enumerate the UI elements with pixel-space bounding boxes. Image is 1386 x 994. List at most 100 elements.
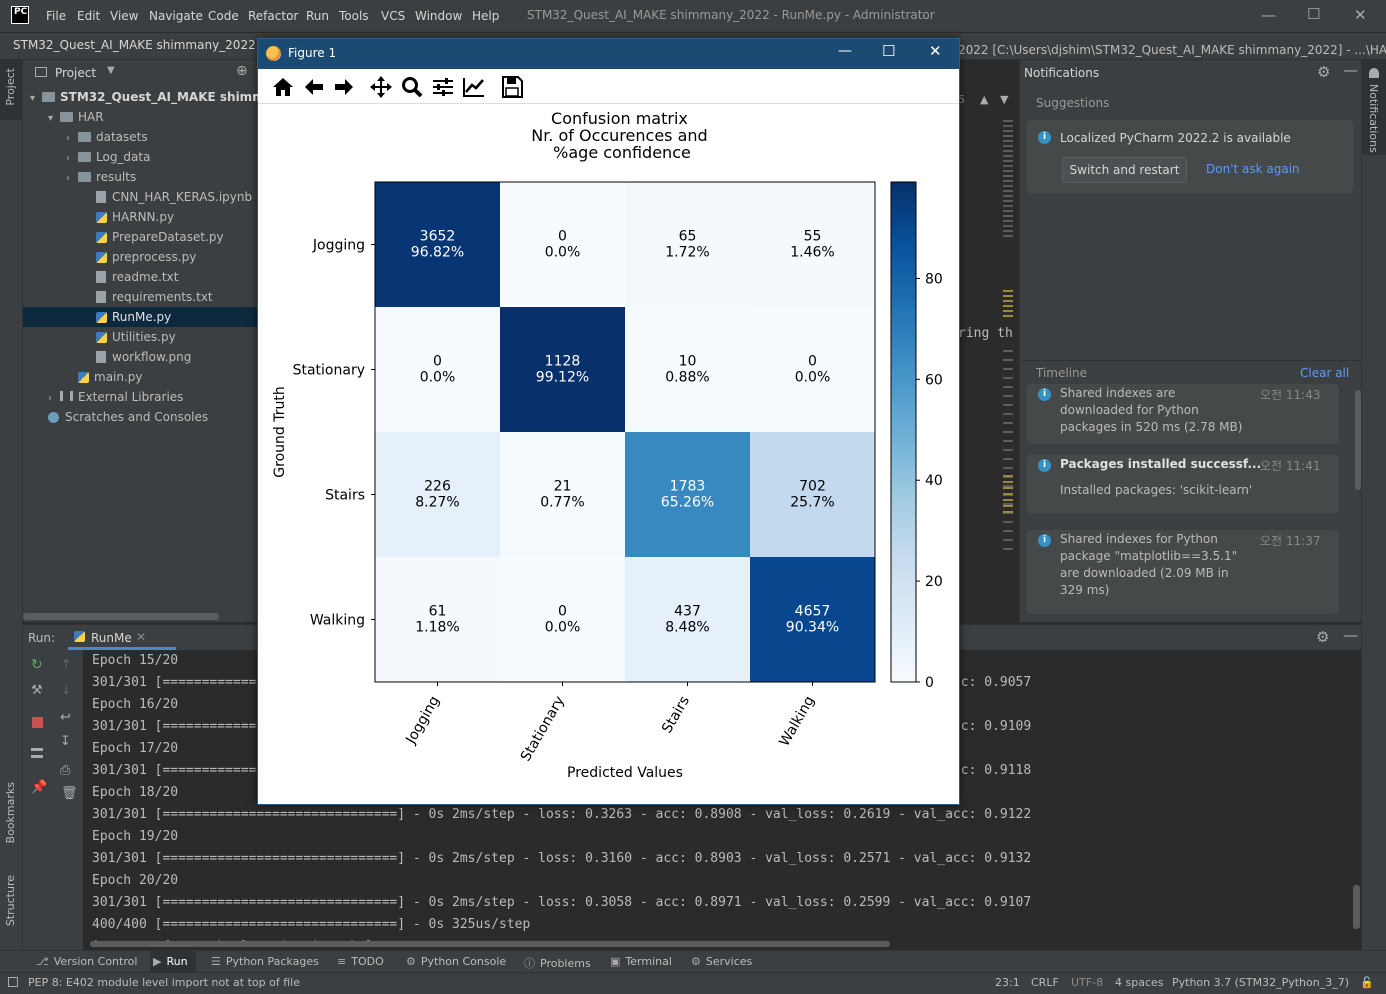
menu-view[interactable]: View <box>110 9 138 23</box>
maximize-icon[interactable]: ☐ <box>1307 5 1320 23</box>
chevron-down-icon[interactable]: ▼ <box>107 65 115 76</box>
dont-ask-again-link[interactable]: Don't ask again <box>1206 162 1300 176</box>
tree-item-workflow-png[interactable]: workflow.png <box>84 350 191 364</box>
chevron-right-icon[interactable]: › <box>48 393 60 404</box>
close-icon[interactable]: ✕ <box>1354 6 1367 24</box>
up-arrow-icon[interactable]: ↑ <box>61 657 71 671</box>
line-separator[interactable]: CRLF <box>1031 976 1059 989</box>
console-horizontal-scrollbar[interactable] <box>90 941 890 947</box>
hide-panel-icon[interactable]: — <box>1343 626 1358 644</box>
trash-icon[interactable]: 🗑 <box>61 786 78 801</box>
timeline-event[interactable]: i Packages installed successf... Installed… <box>1027 455 1339 513</box>
tree-item-main-py[interactable]: main.py <box>66 370 143 384</box>
tab-run[interactable]: ▶ Run <box>153 955 188 968</box>
tree-item-log-data[interactable]: › Log_data <box>66 150 150 164</box>
home-icon[interactable] <box>271 76 295 98</box>
file-encoding[interactable]: UTF-8 <box>1071 976 1103 989</box>
breadcrumb-project[interactable]: STM32_Quest_AI_MAKE shimmany_2022 <box>13 38 256 52</box>
gear-icon[interactable]: ⚙ <box>1317 63 1330 81</box>
save-icon[interactable] <box>500 76 524 98</box>
pin-icon[interactable]: 📌 <box>31 780 47 795</box>
configure-icon[interactable] <box>431 76 455 98</box>
menu-tools[interactable]: Tools <box>339 9 369 23</box>
tab-python-packages[interactable]: ☰ Python Packages <box>211 955 319 968</box>
tab-todo[interactable]: ≡ TODO <box>337 955 384 968</box>
menu-code[interactable]: Code <box>208 9 239 23</box>
locate-icon[interactable]: ⊕ <box>236 63 248 79</box>
chevron-down-icon[interactable]: ▾ <box>48 113 60 124</box>
tab-services[interactable]: ⚙ Services <box>691 955 752 968</box>
lock-icon[interactable]: 🔓 <box>1360 976 1374 989</box>
rerun-icon[interactable]: ↻ <box>31 657 43 673</box>
run-tab[interactable]: RunMe ✕ <box>68 625 176 650</box>
print-icon[interactable]: ⎙ <box>60 763 70 778</box>
notifications-tool-tab[interactable]: Notifications <box>1362 60 1386 155</box>
back-icon[interactable] <box>302 76 326 98</box>
tree-root[interactable]: ▾ STM32_Quest_AI_MAKE shimmany_2022 <box>30 90 258 104</box>
soft-wrap-icon[interactable]: ↩ <box>60 710 71 725</box>
timeline-event[interactable]: i Shared indexes are downloaded for Python… <box>1027 384 1339 444</box>
tree-item-scratches-and-consoles[interactable]: Scratches and Consoles <box>48 410 208 424</box>
status-square-icon[interactable] <box>8 977 18 987</box>
menu-window[interactable]: Window <box>415 9 462 23</box>
indent-setting[interactable]: 4 spaces <box>1115 976 1164 989</box>
figure-maximize-icon[interactable]: ☐ <box>882 42 895 60</box>
tab-problems[interactable]: ⓘ Problems <box>524 955 591 971</box>
project-horizontal-scrollbar[interactable] <box>23 613 219 620</box>
figure-close-icon[interactable]: ✕ <box>929 42 942 60</box>
caret-position[interactable]: 23:1 <box>995 976 1020 989</box>
stop-icon[interactable] <box>32 717 43 728</box>
menu-refactor[interactable]: Refactor <box>248 9 298 23</box>
tree-item-external-libraries[interactable]: › External Libraries <box>48 390 183 404</box>
project-tool-tab[interactable]: Project <box>0 60 22 120</box>
chevron-right-icon[interactable]: › <box>66 153 78 164</box>
chevron-up-icon[interactable]: ▲ <box>980 93 988 106</box>
scroll-to-end-icon[interactable]: ↧ <box>60 734 71 749</box>
edit-axis-icon[interactable] <box>462 76 486 98</box>
tree-item-preprocess-py[interactable]: preprocess.py <box>84 250 196 264</box>
zoom-icon[interactable] <box>400 76 424 98</box>
switch-and-restart-button[interactable]: Switch and restart <box>1062 157 1187 183</box>
tree-item-har[interactable]: ▾ HAR <box>48 110 104 124</box>
down-arrow-icon[interactable]: ↓ <box>61 683 71 697</box>
wrench-icon[interactable]: ⚒ <box>31 683 43 698</box>
chevron-right-icon[interactable]: › <box>66 133 78 144</box>
bookmarks-tab[interactable]: Bookmarks <box>4 782 17 843</box>
chevron-down-icon[interactable]: ▼ <box>1000 93 1008 106</box>
forward-icon[interactable] <box>332 76 356 98</box>
tab-terminal[interactable]: ▣ Terminal <box>610 955 672 968</box>
clear-all-link[interactable]: Clear all <box>1300 366 1349 380</box>
tree-item-cnn-har-keras-ipynb[interactable]: CNN_HAR_KERAS.ipynb <box>84 190 252 204</box>
menu-run[interactable]: Run <box>306 9 329 23</box>
tree-item-datasets[interactable]: › datasets <box>66 130 148 144</box>
project-header[interactable]: Project <box>55 66 96 80</box>
layout-icon[interactable] <box>31 748 43 758</box>
status-message[interactable]: PEP 8: E402 module level import not at t… <box>28 976 300 989</box>
tree-item-runme-py[interactable]: RunMe.py <box>84 310 171 324</box>
tree-item-readme-txt[interactable]: readme.txt <box>84 270 178 284</box>
tree-item-harnn-py[interactable]: HARNN.py <box>84 210 174 224</box>
timeline-event[interactable]: i Shared indexes for Python package "matpl… <box>1027 530 1339 614</box>
tree-item-utilities-py[interactable]: Utilities.py <box>84 330 176 344</box>
menu-file[interactable]: File <box>46 9 66 23</box>
menu-edit[interactable]: Edit <box>77 9 100 23</box>
python-interpreter[interactable]: Python 3.7 (STM32_Python_3_7) <box>1172 976 1349 989</box>
tree-item-results[interactable]: › results <box>66 170 136 184</box>
close-tab-icon[interactable]: ✕ <box>136 630 146 644</box>
menu-vcs[interactable]: VCS <box>381 9 405 23</box>
gear-icon[interactable]: ⚙ <box>1316 628 1329 646</box>
tab-version-control[interactable]: ⎇ Version Control <box>36 955 137 968</box>
pan-icon[interactable] <box>369 76 393 98</box>
figure-minimize-icon[interactable]: — <box>838 43 852 59</box>
chevron-right-icon[interactable]: › <box>66 173 78 184</box>
minimize-icon[interactable]: — <box>1261 6 1276 24</box>
tree-item-requirements-txt[interactable]: requirements.txt <box>84 290 213 304</box>
console-vertical-scrollbar[interactable] <box>1353 885 1360 929</box>
structure-tab[interactable]: Structure <box>4 875 17 926</box>
tab-python-console[interactable]: ⚙ Python Console <box>406 955 506 968</box>
tree-item-preparedataset-py[interactable]: PrepareDataset.py <box>84 230 224 244</box>
menu-help[interactable]: Help <box>472 9 499 23</box>
chevron-down-icon[interactable]: ▾ <box>30 93 42 104</box>
menu-navigate[interactable]: Navigate <box>149 9 203 23</box>
hide-panel-icon[interactable]: — <box>1343 61 1358 79</box>
